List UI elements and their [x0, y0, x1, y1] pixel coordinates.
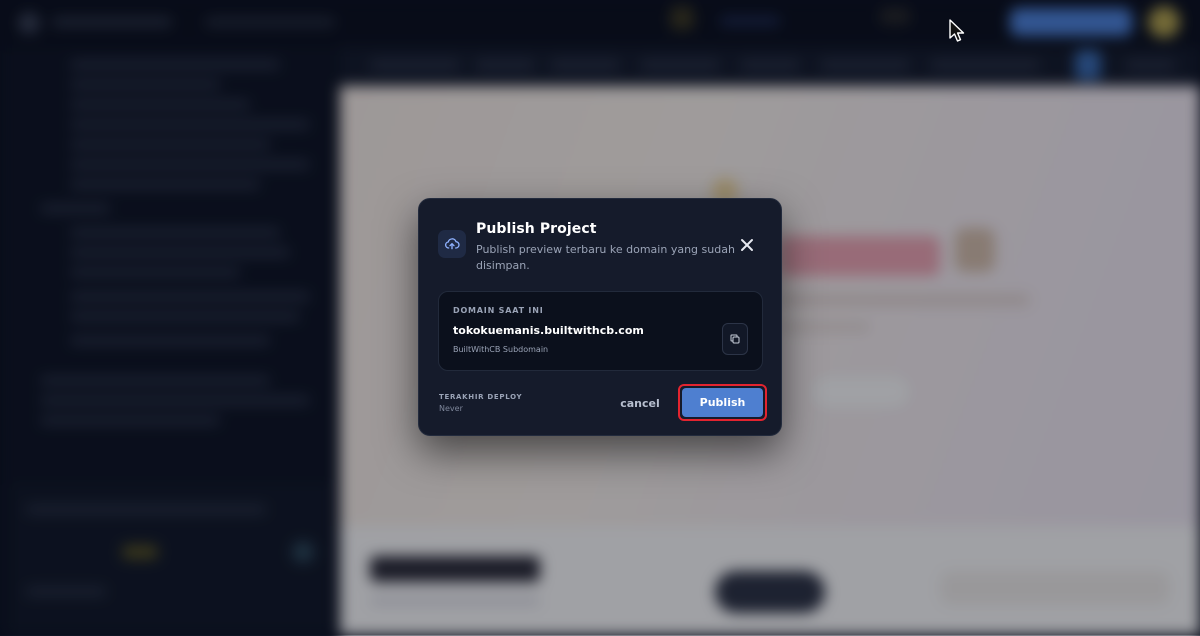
domain-value: tokokuemanis.builtwithcb.com	[453, 324, 644, 337]
modal-description: Publish preview terbaru ke domain yang s…	[476, 243, 735, 272]
publish-modal: Publish Project Publish preview terbaru …	[418, 198, 782, 436]
modal-title: Publish Project	[476, 221, 597, 237]
domain-label: DOMAIN SAAT INI	[453, 306, 544, 315]
publish-button[interactable]: Publish	[682, 388, 763, 417]
copy-domain-button[interactable]	[722, 323, 748, 355]
current-domain-card: DOMAIN SAAT INI tokokuemanis.builtwithcb…	[438, 291, 763, 371]
cloud-upload-icon	[438, 230, 466, 258]
last-deploy-label: TERAKHIR DEPLOY	[439, 393, 523, 401]
close-button[interactable]	[737, 235, 757, 255]
mouse-cursor-icon	[949, 19, 965, 42]
copy-icon	[730, 334, 740, 344]
cancel-button[interactable]: cancel	[617, 393, 663, 413]
domain-type: BuiltWithCB Subdomain	[453, 345, 549, 354]
last-deploy-value: Never	[439, 404, 463, 413]
publish-button-highlight: Publish	[678, 384, 767, 421]
close-icon	[741, 239, 753, 251]
